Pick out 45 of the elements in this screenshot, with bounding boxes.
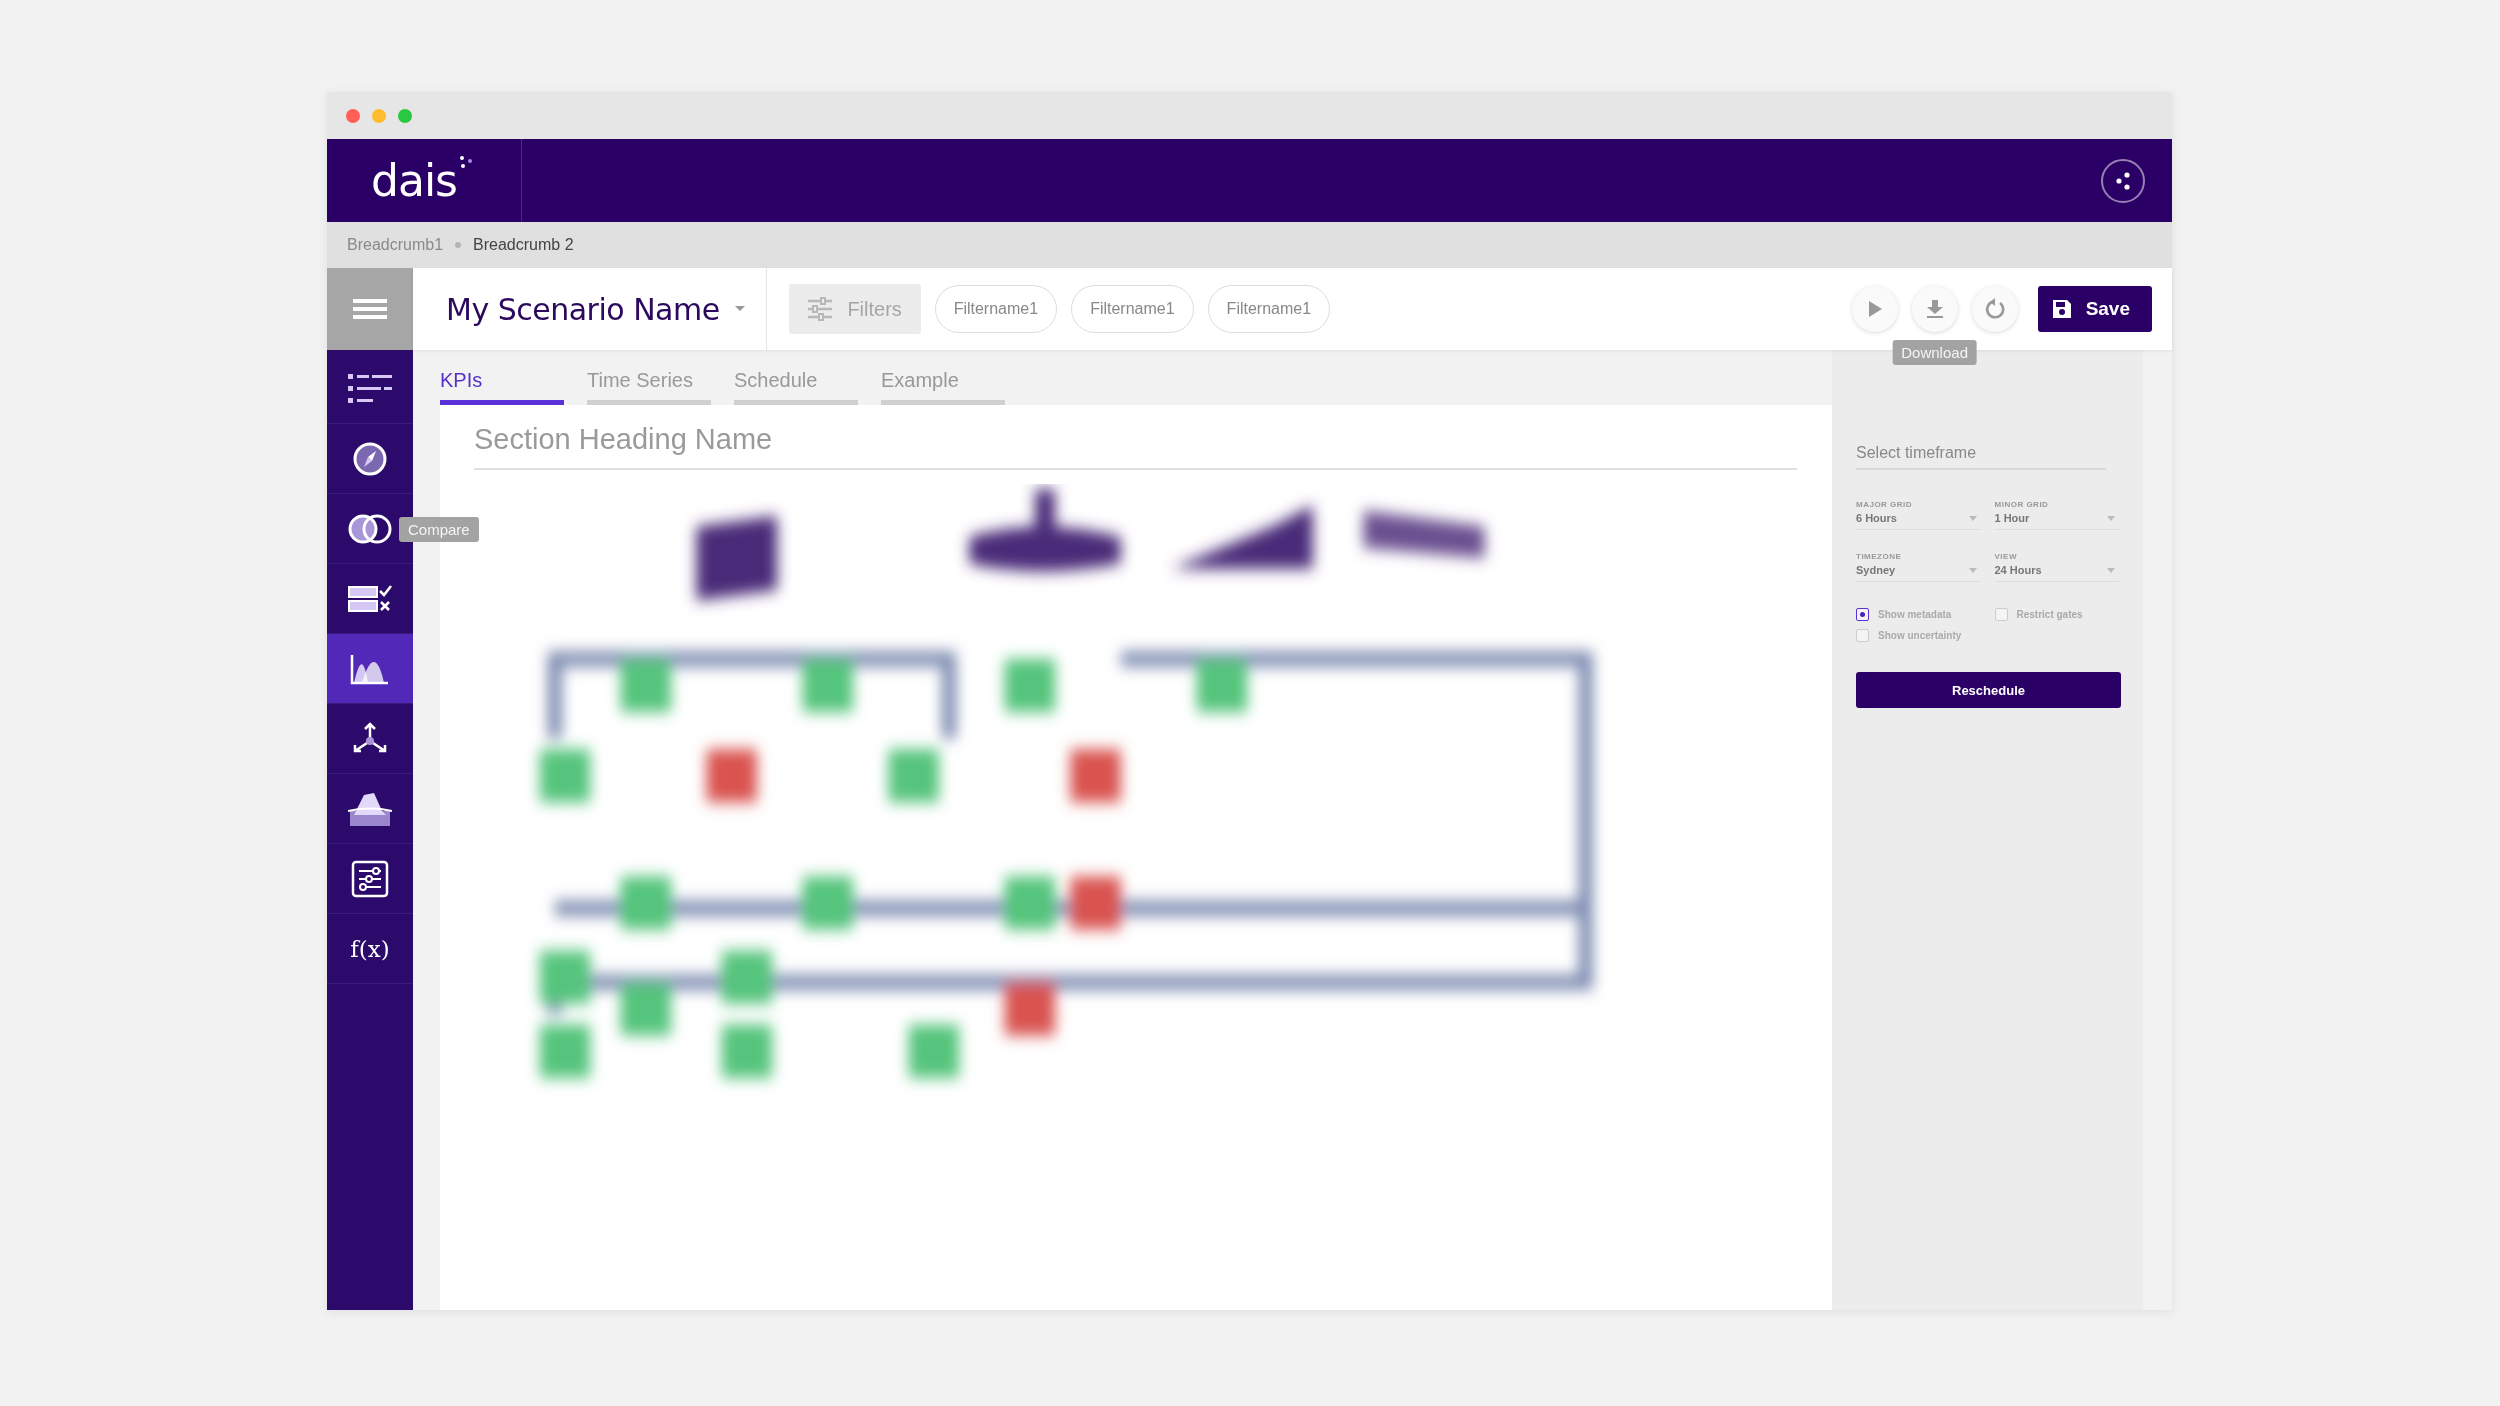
scenario-title: My Scenario Name bbox=[446, 291, 720, 327]
compare-icon bbox=[348, 512, 392, 545]
play-icon bbox=[1866, 300, 1883, 318]
checklist-icon bbox=[348, 583, 392, 614]
logo: dais bbox=[371, 155, 458, 206]
tooltip: Download bbox=[1892, 340, 1977, 365]
reschedule-button[interactable]: Reschedule bbox=[1856, 672, 2121, 708]
caret-icon bbox=[2107, 567, 2115, 573]
refresh-icon bbox=[1983, 298, 2006, 320]
play-button[interactable] bbox=[1851, 286, 1898, 332]
separator-dot bbox=[455, 242, 462, 248]
dropdown-field[interactable]: VIEW 24 Hours bbox=[1994, 552, 2119, 582]
filter-chip[interactable]: Filtername1 bbox=[1071, 285, 1194, 333]
checkbox-option[interactable]: Restrict gates bbox=[1994, 608, 2119, 621]
checkbox-option[interactable]: Show uncertainty bbox=[1856, 629, 1981, 642]
filter-chip[interactable]: Filtername1 bbox=[1207, 285, 1331, 333]
dropdown-field[interactable]: TIMEZONE Sydney bbox=[1856, 552, 1981, 582]
dots-icon bbox=[459, 155, 474, 171]
iceberg-icon bbox=[348, 790, 392, 827]
caret-icon[interactable] bbox=[733, 305, 746, 313]
download-icon bbox=[1925, 299, 1944, 319]
refresh-button[interactable] bbox=[1971, 286, 2018, 332]
tooltip: Compare bbox=[399, 517, 479, 542]
filter-chip[interactable]: Filtername1 bbox=[934, 285, 1058, 333]
filter-icon bbox=[807, 297, 834, 321]
sliders-icon bbox=[351, 859, 389, 898]
caret-icon bbox=[2107, 515, 2115, 521]
timeframe-field[interactable]: Select timeframe bbox=[1856, 438, 2106, 470]
breadcrumb-link[interactable]: Breadcrumb 2 bbox=[473, 236, 574, 254]
distribution-icon bbox=[350, 652, 390, 685]
sidebar-item[interactable] bbox=[327, 634, 413, 704]
dropdown-field[interactable]: MINOR GRID 1 Hour bbox=[1994, 500, 2119, 530]
save-button[interactable]: Save bbox=[2037, 286, 2152, 332]
dropdown-field[interactable]: MAJOR GRID 6 Hours bbox=[1856, 500, 1981, 530]
compass-icon bbox=[352, 440, 388, 477]
caret-icon bbox=[1968, 567, 1977, 573]
user-menu-icon[interactable] bbox=[2100, 157, 2146, 204]
menu-icon bbox=[353, 297, 387, 321]
section-heading: Section Heading Name bbox=[474, 423, 1797, 470]
breadcrumb-link[interactable]: Breadcrumb1 bbox=[347, 236, 444, 254]
download-button[interactable] bbox=[1911, 286, 1958, 332]
numbered-list-icon bbox=[346, 371, 394, 406]
checkbox-option[interactable]: Show metadata bbox=[1856, 608, 1981, 621]
filters-button[interactable]: Filters bbox=[788, 284, 921, 334]
caret-icon bbox=[1968, 515, 1977, 521]
